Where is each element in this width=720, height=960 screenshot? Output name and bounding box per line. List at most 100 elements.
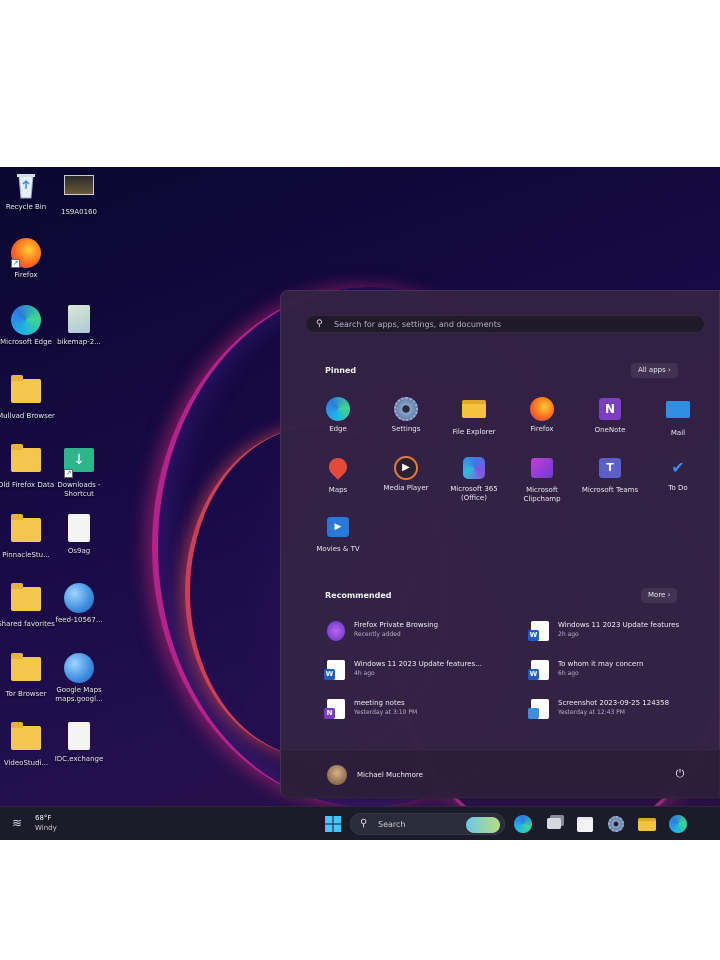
pinned-app-clipchamp[interactable]: Microsoft Clipchamp	[508, 456, 576, 504]
firefox-icon	[530, 397, 554, 421]
weather-wind-icon[interactable]: ≋	[12, 816, 30, 830]
pinned-app-label: Settings	[391, 425, 421, 433]
all-apps-label: All apps	[638, 366, 666, 374]
onenote-document-icon	[324, 699, 345, 719]
document-icon	[64, 722, 94, 752]
pinned-app-label: Mail	[670, 429, 686, 437]
recommended-item[interactable]: meeting notes Yesterday at 3:10 PM	[324, 697, 517, 721]
pinned-app-label: Microsoft 365 (Office)	[450, 485, 498, 502]
desktop-icon-label: Os9ag	[67, 547, 91, 555]
word-document-icon	[528, 621, 549, 641]
map-file-icon	[64, 305, 94, 335]
recommended-subtitle: Yesterday at 3:10 PM	[354, 709, 418, 716]
pinned-app-mail[interactable]: Mail	[644, 397, 712, 438]
checkmark-icon: ✔	[671, 458, 685, 477]
folder-icon	[11, 583, 41, 617]
recommended-subtitle: 6h ago	[558, 670, 579, 677]
word-document-icon	[324, 660, 345, 680]
more-button[interactable]: More ›	[641, 588, 678, 603]
folder-icon	[462, 400, 486, 424]
pinned-app-edge[interactable]: Edge	[304, 397, 372, 434]
power-icon[interactable]: ⏻	[673, 767, 687, 781]
recommended-item[interactable]: Screenshot 2023-09-25 124358 Yesterday a…	[528, 697, 720, 721]
firefox-icon: ↗	[11, 238, 41, 268]
office-icon	[462, 457, 486, 481]
desktop-icon-label: 1S9A0160	[61, 208, 97, 216]
pinned-app-file-explorer[interactable]: File Explorer	[440, 397, 508, 437]
desktop-icon-feed[interactable]: feed-10567...	[48, 583, 110, 625]
search-icon: ⚲	[360, 818, 368, 829]
weather-condition[interactable]: Windy	[35, 824, 57, 832]
search-icon: ⚲	[316, 319, 323, 329]
pinned-app-label: Edge	[329, 425, 347, 433]
taskbar-search[interactable]: ⚲ Search	[350, 813, 505, 835]
recommended-subtitle: 2h ago	[558, 631, 579, 638]
pinned-app-label: Media Player	[383, 484, 429, 492]
pinned-app-firefox[interactable]: Firefox	[508, 397, 576, 434]
desktop-icon-google-maps[interactable]: Google Maps maps.googl...	[48, 653, 110, 704]
recommended-subtitle: 4h ago	[354, 670, 375, 677]
start-menu: ⚲ Search for apps, settings, and documen…	[280, 290, 720, 799]
gear-icon[interactable]	[606, 814, 626, 834]
recommended-title: Windows 11 2023 Update features	[558, 621, 680, 629]
desktop-icon-label: bikemap-2...	[57, 338, 101, 346]
pinned-heading: Pinned	[325, 366, 357, 375]
desktop-icon-label: Downloads - Shortcut	[57, 481, 101, 498]
folder-icon	[11, 722, 41, 756]
movies-icon: ▶	[326, 517, 350, 541]
start-button[interactable]	[323, 814, 343, 834]
desktop-icon-label: Mullvad Browser	[0, 412, 55, 420]
task-view-icon[interactable]	[544, 814, 564, 834]
desktop-icon-idc[interactable]: IDC.exchange	[48, 722, 110, 764]
pinned-app-label: Microsoft Teams	[581, 486, 639, 494]
desktop-icon-downloads[interactable]: ↓ ↗ Downloads - Shortcut	[48, 444, 110, 499]
pinned-app-movies-tv[interactable]: ▶ Movies & TV	[304, 515, 372, 554]
recommended-subtitle: Yesterday at 12:43 PM	[558, 709, 625, 716]
recommended-title: meeting notes	[354, 699, 405, 707]
pinned-app-onenote[interactable]: N OneNote	[576, 397, 644, 435]
taskbar-search-label: Search	[378, 820, 406, 829]
recommended-title: Windows 11 2023 Update features...	[354, 660, 482, 668]
desktop-icon-photo[interactable]: 1S9A0160	[48, 170, 110, 217]
pinned-app-media-player[interactable]: ▶ Media Player	[372, 456, 440, 493]
user-name[interactable]: Michael Muchmore	[357, 771, 423, 779]
chevron-right-icon: ›	[667, 366, 671, 374]
recommended-item[interactable]: To whom it may concern 6h ago	[528, 658, 720, 682]
play-icon: ▶	[394, 456, 418, 480]
pinned-app-teams[interactable]: T Microsoft Teams	[576, 456, 644, 495]
pinned-app-label: Microsoft Clipchamp	[523, 486, 561, 503]
pinned-app-label: File Explorer	[452, 428, 496, 436]
pinned-app-m365[interactable]: Microsoft 365 (Office)	[440, 456, 508, 503]
desktop-icon-label: Firefox	[14, 271, 38, 279]
search-highlight-image	[466, 817, 500, 833]
recommended-item[interactable]: Windows 11 2023 Update features... 4h ag…	[324, 658, 517, 682]
pinned-app-todo[interactable]: ✔ To Do	[644, 456, 712, 493]
gear-icon	[394, 397, 418, 421]
folder-icon	[11, 514, 41, 548]
all-apps-button[interactable]: All apps ›	[631, 363, 678, 378]
edge-icon[interactable]	[668, 814, 688, 834]
avatar[interactable]	[327, 765, 347, 785]
recommended-subtitle: Recently added	[354, 631, 401, 638]
folder-icon	[11, 653, 41, 687]
desktop-icon-firefox[interactable]: ↗ Firefox	[0, 238, 57, 280]
desktop-icon-label: feed-10567...	[55, 616, 103, 624]
copilot-icon[interactable]	[513, 814, 533, 834]
recommended-item[interactable]: Windows 11 2023 Update features 2h ago	[528, 619, 720, 643]
folder-icon	[11, 444, 41, 478]
search-placeholder: Search for apps, settings, and documents	[334, 320, 501, 329]
weather-temperature[interactable]: 68°F	[35, 814, 51, 822]
pinned-app-maps[interactable]: Maps	[304, 454, 372, 495]
folder-icon[interactable]	[637, 814, 657, 834]
folder-icon	[11, 375, 41, 409]
pinned-app-settings[interactable]: Settings	[372, 397, 440, 434]
start-search-input[interactable]: ⚲ Search for apps, settings, and documen…	[305, 315, 705, 333]
recommended-item[interactable]: Firefox Private Browsing Recently added	[327, 619, 517, 643]
image-thumbnail-icon	[64, 175, 94, 205]
pinned-app-label: Maps	[328, 486, 348, 494]
desktop-icon-mullvad[interactable]: Mullvad Browser	[0, 375, 57, 421]
desktop-icon-os9ag[interactable]: Os9ag	[48, 514, 110, 556]
store-icon[interactable]	[575, 814, 595, 834]
recommended-heading: Recommended	[325, 591, 392, 600]
desktop-icon-bikemap[interactable]: bikemap-2...	[48, 305, 110, 347]
